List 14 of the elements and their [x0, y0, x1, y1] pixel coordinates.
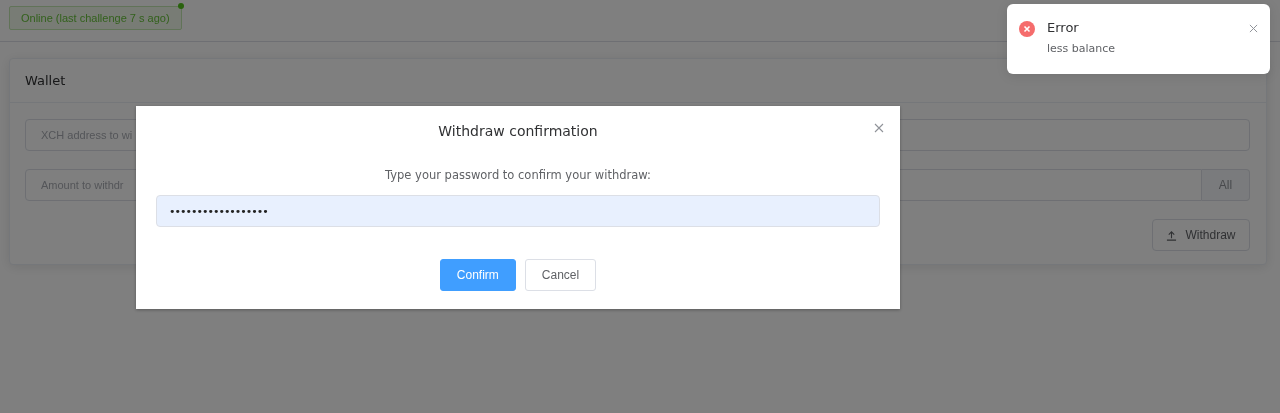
- online-dot-icon: [177, 3, 184, 9]
- close-icon[interactable]: [874, 123, 884, 133]
- toast-title: Error: [1047, 20, 1080, 35]
- cancel-button[interactable]: Cancel: [524, 259, 597, 291]
- status-tag: Online (last challenge 7 s ago): [9, 6, 182, 30]
- withdraw-button[interactable]: Withdraw: [1152, 219, 1250, 251]
- card-title: Wallet: [25, 73, 66, 88]
- toast-message: less balance: [1047, 42, 1116, 55]
- confirm-button[interactable]: Confirm: [439, 259, 516, 291]
- password-field[interactable]: ••••••••••••••••••: [156, 195, 880, 227]
- upload-icon: [1166, 229, 1178, 241]
- dialog-message: Type your password to confirm your withdraw:: [385, 168, 651, 182]
- close-icon[interactable]: [1249, 24, 1258, 33]
- dialog-title: Withdraw confirmation: [438, 123, 598, 139]
